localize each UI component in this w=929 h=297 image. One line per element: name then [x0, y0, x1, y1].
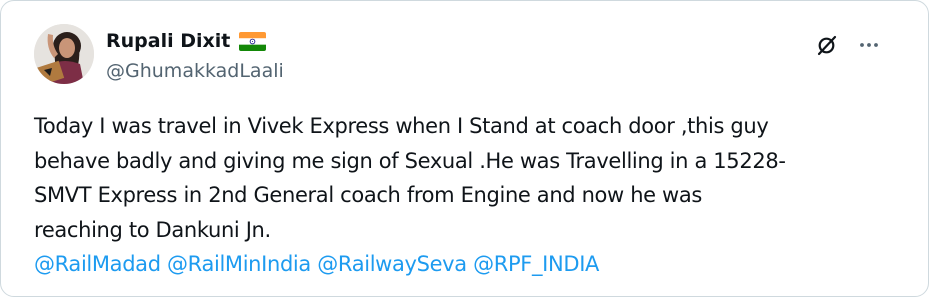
author-name[interactable]: Rupali Dixit [106, 29, 267, 53]
grok-icon[interactable] [812, 30, 842, 60]
mention-link-railmadad[interactable]: @RailMadad [34, 252, 161, 276]
india-flag-icon [239, 31, 267, 51]
tweet-card: Rupali Dixit @GhumakkadLaali Today I was… [0, 0, 929, 297]
mention-link-railminindia[interactable]: @RailMinIndia [167, 252, 311, 276]
author-name-text[interactable]: Rupali Dixit [106, 29, 230, 53]
more-dots-icon[interactable] [854, 30, 884, 60]
tweet-text-line: behave badly and giving me sign of Sexua… [34, 148, 786, 173]
tweet-text-line: reaching to Dankuni Jn. [34, 217, 271, 242]
avatar-image [34, 24, 94, 84]
author-handle[interactable]: @GhumakkadLaali [106, 59, 284, 83]
author-avatar[interactable] [34, 24, 94, 84]
mention-link-rpf-india[interactable]: @RPF_INDIA [473, 252, 599, 276]
tweet-text-line: SMVT Express in 2nd General coach from E… [34, 183, 702, 207]
tweet-text-line: Today I was travel in Vivek Express when… [34, 114, 769, 138]
tweet-mentions: @RailMadad @RailMinIndia @RailwaySeva @R… [34, 247, 904, 282]
mention-link-railwayseva[interactable]: @RailwaySeva [317, 252, 467, 276]
tweet-text: Today I was travel in Vivek Express when… [34, 109, 904, 282]
